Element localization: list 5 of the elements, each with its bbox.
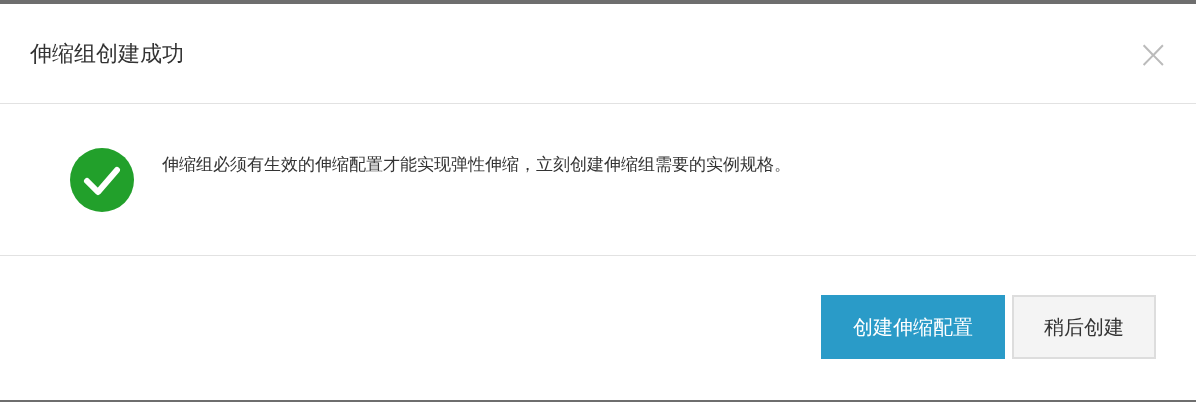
- create-button[interactable]: 创建伸缩配置: [821, 295, 1005, 359]
- dialog-message: 伸缩组必须有生效的伸缩配置才能实现弹性伸缩，立刻创建伸缩组需要的实例规格。: [162, 153, 791, 176]
- dialog-title: 伸缩组创建成功: [30, 39, 184, 68]
- close-button[interactable]: ×: [1130, 33, 1176, 74]
- later-button[interactable]: 稍后创建: [1012, 295, 1156, 359]
